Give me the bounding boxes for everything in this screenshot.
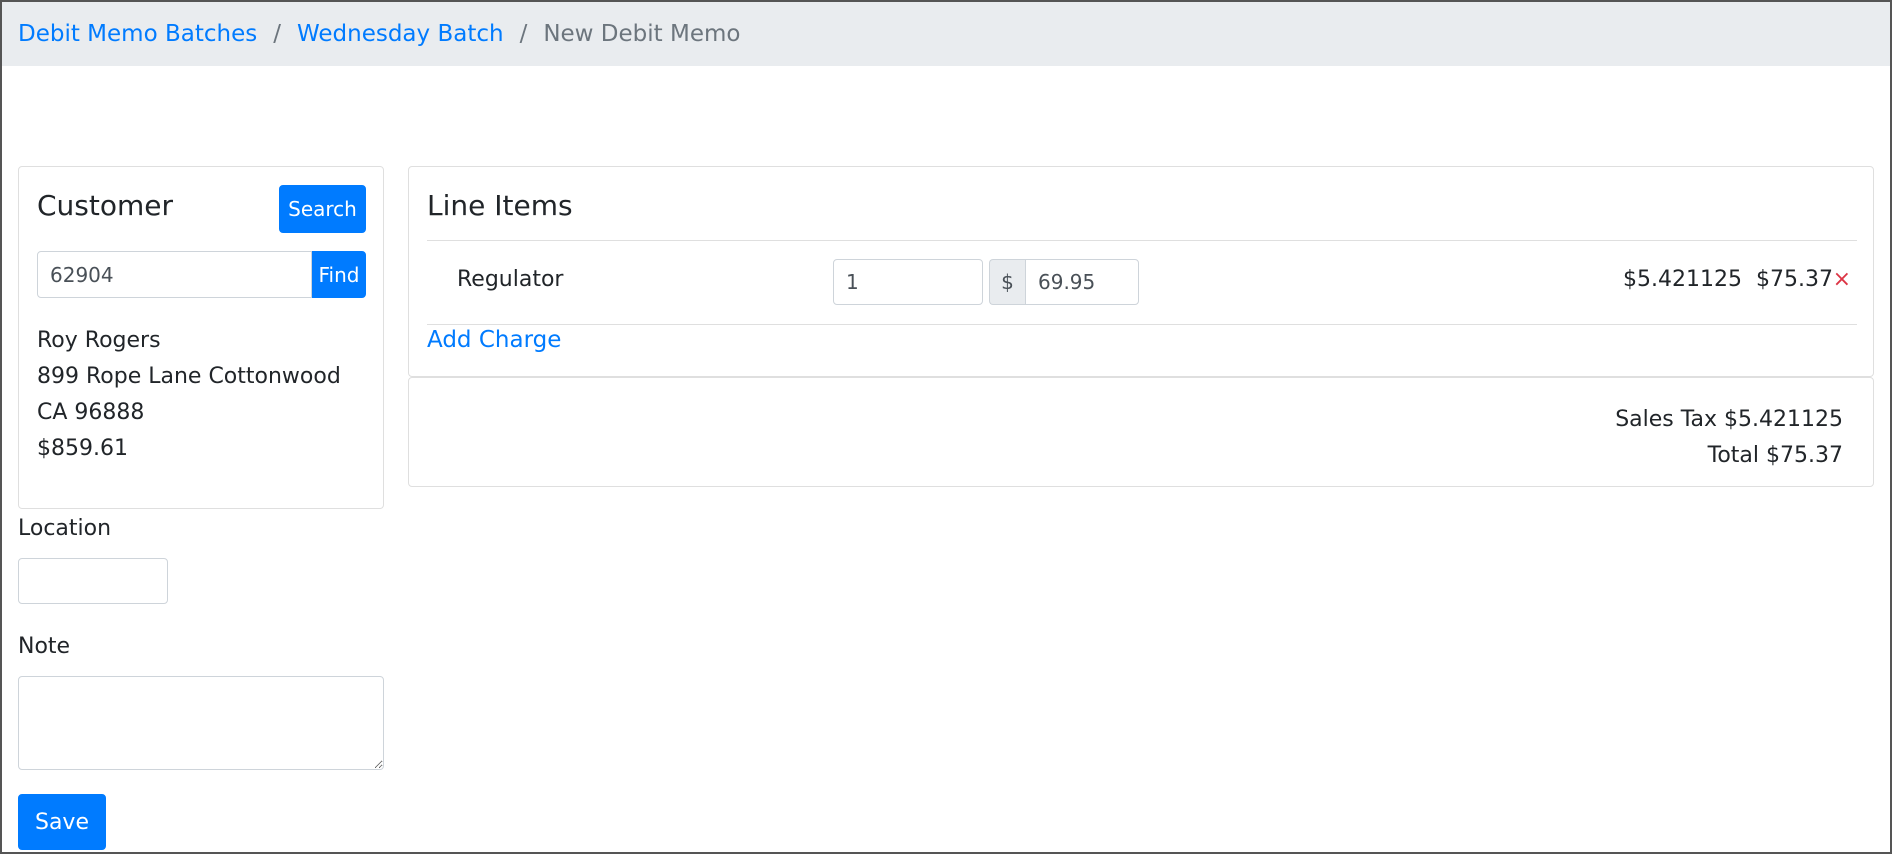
totals-card: Sales Tax $5.421125 Total $75.37: [408, 377, 1874, 487]
customer-address-line1: 899 Rope Lane Cottonwood: [37, 364, 341, 389]
customer-card: Customer Search Find Roy Rogers 899 Rope…: [18, 166, 384, 509]
divider: [427, 324, 1857, 325]
location-label: Location: [18, 516, 112, 541]
save-button[interactable]: Save: [18, 794, 106, 850]
breadcrumb-current: New Debit Memo: [543, 21, 741, 47]
breadcrumb-link-debit-memo-batches[interactable]: Debit Memo Batches: [18, 21, 257, 47]
customer-address-line2: CA 96888: [37, 400, 145, 425]
line-item-quantity-input[interactable]: [833, 259, 983, 305]
line-items-title: Line Items: [427, 189, 573, 222]
line-item-name: Regulator: [457, 267, 564, 292]
breadcrumb-link-wednesday-batch[interactable]: Wednesday Batch: [297, 21, 504, 47]
customer-id-input[interactable]: [37, 251, 312, 298]
customer-find-button[interactable]: Find: [312, 251, 366, 298]
page-frame: Debit Memo Batches / Wednesday Batch / N…: [0, 0, 1892, 854]
customer-info: Roy Rogers 899 Rope Lane Cottonwood CA 9…: [37, 323, 341, 467]
currency-prefix: $: [989, 259, 1025, 305]
divider: [427, 240, 1857, 241]
note-textarea[interactable]: [18, 676, 384, 770]
sales-tax-total: Sales Tax $5.421125: [1615, 407, 1843, 432]
location-input[interactable]: [18, 558, 168, 604]
grand-total: Total $75.37: [1707, 443, 1843, 468]
customer-name: Roy Rogers: [37, 328, 161, 353]
totals: Sales Tax $5.421125 Total $75.37: [1615, 402, 1843, 474]
line-item-price-group: $: [989, 259, 1139, 305]
line-item-tax: $5.421125: [1623, 267, 1743, 292]
customer-balance: $859.61: [37, 436, 128, 461]
line-item-amounts: $5.421125 $75.37: [1623, 267, 1833, 292]
breadcrumb-separator: /: [273, 21, 281, 47]
customer-title: Customer: [37, 189, 174, 222]
customer-search-button[interactable]: Search: [279, 185, 366, 233]
line-items-card: Line Items Regulator $ $5.421125 $75.37 …: [408, 166, 1874, 377]
breadcrumb-separator: /: [519, 21, 528, 47]
note-label: Note: [18, 634, 71, 659]
customer-find-group: Find: [37, 251, 366, 298]
remove-line-item-icon[interactable]: ×: [1833, 267, 1851, 292]
line-item-price-input[interactable]: [1025, 259, 1139, 305]
line-item-total: $75.37: [1756, 267, 1833, 292]
breadcrumb: Debit Memo Batches / Wednesday Batch / N…: [2, 2, 1890, 66]
add-charge-link[interactable]: Add Charge: [427, 327, 561, 353]
